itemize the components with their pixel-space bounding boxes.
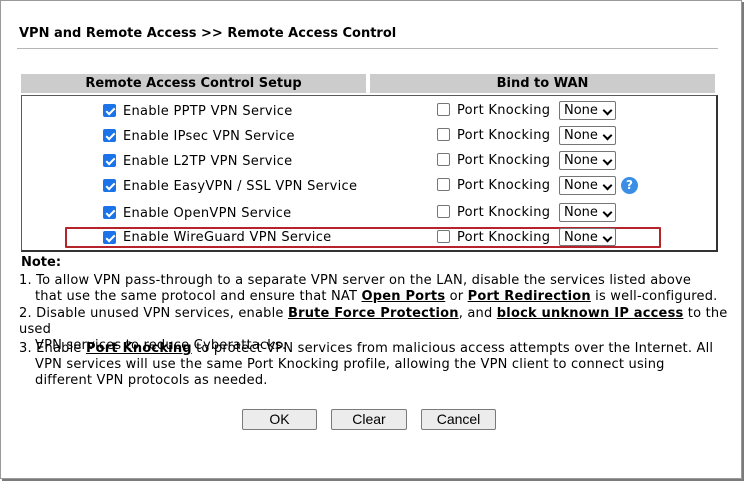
note-heading: Note: — [21, 255, 62, 270]
l2tp-wan-select[interactable]: None — [559, 151, 616, 170]
note-3-text-b: to protect VPN services from malicious a… — [191, 341, 714, 356]
note-1: 1. To allow VPN pass-through to a separa… — [19, 273, 718, 305]
pptp-label: Enable PPTP VPN Service — [123, 104, 293, 119]
ipsec-wan-value: None — [564, 128, 598, 143]
note-1-line-1: 1. To allow VPN pass-through to a separa… — [19, 273, 692, 288]
cancel-button[interactable]: Cancel — [421, 409, 496, 430]
clear-button[interactable]: Clear — [331, 409, 407, 430]
service-row-openvpn: Enable OpenVPN Service Port Knocking Non… — [0, 203, 745, 223]
service-row-ipsec: Enable IPsec VPN Service Port Knocking N… — [0, 126, 745, 146]
service-row-easyvpn: Enable EasyVPN / SSL VPN Service Port Kn… — [0, 176, 745, 196]
wireguard-wan-select[interactable]: None — [559, 228, 616, 246]
open-ports-link[interactable]: Open Ports — [361, 289, 445, 304]
port-knocking-link[interactable]: Port Knocking — [86, 341, 192, 356]
wireguard-port-knocking-checkbox[interactable] — [437, 230, 450, 243]
openvpn-wan-select[interactable]: None — [559, 203, 616, 222]
note-1-text-d: is well-configured. — [590, 289, 718, 304]
ipsec-port-knocking-label: Port Knocking — [457, 128, 551, 143]
block-unknown-ip-link[interactable]: block unknown IP access — [497, 306, 684, 321]
chevron-down-icon — [602, 207, 613, 218]
ipsec-wan-select[interactable]: None — [559, 126, 616, 145]
note-3-line-1: 3. Enable Port Knocking to protect VPN s… — [19, 341, 713, 357]
pptp-enable-checkbox[interactable] — [103, 104, 116, 117]
note-2-line-1: 2. Disable unused VPN services, enable B… — [19, 306, 745, 338]
service-row-l2tp: Enable L2TP VPN Service Port Knocking No… — [0, 151, 745, 171]
easyvpn-wan-value: None — [564, 178, 598, 193]
port-redirection-link[interactable]: Port Redirection — [468, 289, 591, 304]
l2tp-enable-checkbox[interactable] — [103, 154, 116, 167]
service-row-wireguard: Enable WireGuard VPN Service Port Knocki… — [0, 228, 745, 248]
note-2-text-b: , and — [458, 306, 497, 321]
wireguard-enable-checkbox[interactable] — [103, 231, 116, 244]
wireguard-port-knocking-label: Port Knocking — [457, 230, 551, 245]
easyvpn-port-knocking-checkbox[interactable] — [437, 178, 450, 191]
openvpn-port-knocking-checkbox[interactable] — [437, 205, 450, 218]
wireguard-wan-value: None — [564, 230, 598, 245]
ipsec-port-knocking-checkbox[interactable] — [437, 128, 450, 141]
service-row-pptp: Enable PPTP VPN Service Port Knocking No… — [0, 101, 745, 121]
note-2-text-a: 2. Disable unused VPN services, enable — [19, 306, 288, 321]
l2tp-label: Enable L2TP VPN Service — [123, 154, 293, 169]
header-remote-access-setup: Remote Access Control Setup — [21, 74, 366, 93]
easyvpn-wan-select[interactable]: None — [559, 176, 616, 195]
pptp-wan-select[interactable]: None — [559, 101, 616, 120]
pptp-port-knocking-label: Port Knocking — [457, 103, 551, 118]
title-divider — [17, 48, 718, 49]
chevron-down-icon — [602, 232, 613, 243]
note-3-text-a: 3. Enable — [19, 341, 86, 356]
chevron-down-icon — [602, 130, 613, 141]
pptp-port-knocking-checkbox[interactable] — [437, 103, 450, 116]
ipsec-enable-checkbox[interactable] — [103, 129, 116, 142]
easyvpn-label: Enable EasyVPN / SSL VPN Service — [123, 179, 358, 194]
openvpn-wan-value: None — [564, 205, 598, 220]
ipsec-label: Enable IPsec VPN Service — [123, 129, 295, 144]
note-3: 3. Enable Port Knocking to protect VPN s… — [19, 341, 713, 389]
l2tp-port-knocking-checkbox[interactable] — [437, 153, 450, 166]
easyvpn-port-knocking-label: Port Knocking — [457, 178, 551, 193]
openvpn-enable-checkbox[interactable] — [103, 206, 116, 219]
openvpn-label: Enable OpenVPN Service — [123, 206, 292, 221]
openvpn-port-knocking-label: Port Knocking — [457, 205, 551, 220]
note-1-text-c: or — [445, 289, 468, 304]
note-3-line-3: different VPN protocols as needed. — [35, 373, 268, 388]
wireguard-label: Enable WireGuard VPN Service — [123, 230, 332, 245]
help-icon[interactable]: ? — [621, 177, 638, 194]
chevron-down-icon — [602, 180, 613, 191]
brute-force-protection-link[interactable]: Brute Force Protection — [288, 306, 459, 321]
page-title: VPN and Remote Access >> Remote Access C… — [19, 26, 397, 41]
l2tp-wan-value: None — [564, 153, 598, 168]
easyvpn-enable-checkbox[interactable] — [103, 179, 116, 192]
pptp-wan-value: None — [564, 103, 598, 118]
ok-button[interactable]: OK — [242, 409, 317, 430]
note-1-line-2: that use the same protocol and ensure th… — [19, 289, 718, 305]
note-3-line-2: VPN services will use the same Port Knoc… — [35, 357, 665, 372]
header-bind-to-wan: Bind to WAN — [370, 74, 715, 93]
l2tp-port-knocking-label: Port Knocking — [457, 153, 551, 168]
chevron-down-icon — [602, 155, 613, 166]
chevron-down-icon — [602, 105, 613, 116]
note-1-text-b: that use the same protocol and ensure th… — [35, 289, 362, 304]
